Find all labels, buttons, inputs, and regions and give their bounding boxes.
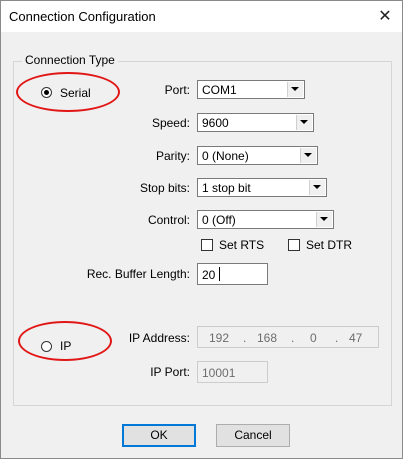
buffer-length-input[interactable]: 20 (197, 263, 268, 285)
chevron-down-icon[interactable] (316, 212, 332, 227)
chevron-down-icon[interactable] (287, 82, 303, 97)
speed-select[interactable]: 9600 (197, 113, 314, 132)
connection-configuration-dialog: Connection Configuration ✕ Connection Ty… (0, 0, 403, 459)
cancel-button[interactable]: Cancel (216, 424, 290, 447)
ip-address-field[interactable]: 192 . 168 . 0 . 47 (197, 326, 379, 348)
control-value: 0 (Off) (202, 213, 236, 227)
serial-radio[interactable] (41, 87, 52, 98)
radio-selected-dot (44, 90, 49, 95)
set-dtr-checkbox[interactable] (288, 239, 300, 251)
ip-radio[interactable] (41, 341, 52, 352)
stop-bits-label: Stop bits: (139, 181, 190, 195)
control-label: Control: (147, 213, 190, 227)
control-select[interactable]: 0 (Off) (197, 210, 334, 229)
port-value: COM1 (202, 83, 237, 97)
parity-label: Parity: (155, 149, 190, 163)
buffer-length-value: 20 (202, 268, 216, 282)
ip-octet-3: 0 (310, 331, 317, 345)
ip-address-label: IP Address: (128, 331, 190, 345)
ip-dot-3: . (335, 331, 339, 345)
buffer-length-label: Rec. Buffer Length: (86, 267, 190, 281)
ip-dot-2: . (291, 331, 295, 345)
serial-radio-label[interactable]: Serial (60, 86, 91, 100)
title-bar: Connection Configuration ✕ (1, 1, 402, 32)
chevron-down-icon[interactable] (296, 115, 312, 130)
text-caret (219, 267, 220, 281)
chevron-down-icon[interactable] (309, 180, 325, 195)
close-icon[interactable]: ✕ (368, 1, 402, 32)
stop-bits-select[interactable]: 1 stop bit (197, 178, 327, 197)
ip-port-label: IP Port: (150, 365, 190, 379)
ip-octet-4: 47 (349, 331, 363, 345)
ip-radio-label[interactable]: IP (60, 339, 71, 353)
ok-button[interactable]: OK (122, 424, 196, 447)
set-dtr-label[interactable]: Set DTR (306, 238, 352, 252)
port-select[interactable]: COM1 (197, 80, 305, 99)
stop-bits-value: 1 stop bit (202, 181, 251, 195)
ip-port-value: 10001 (202, 366, 236, 380)
port-label: Port: (164, 83, 190, 97)
ip-octet-2: 168 (257, 331, 278, 345)
parity-select[interactable]: 0 (None) (197, 146, 318, 165)
set-rts-checkbox[interactable] (201, 239, 213, 251)
speed-value: 9600 (202, 116, 229, 130)
parity-value: 0 (None) (202, 149, 249, 163)
window-title: Connection Configuration (9, 9, 156, 24)
ip-port-input[interactable]: 10001 (197, 361, 268, 383)
chevron-down-icon[interactable] (300, 148, 316, 163)
speed-label: Speed: (151, 116, 190, 130)
connection-type-legend: Connection Type (22, 53, 118, 67)
set-rts-label[interactable]: Set RTS (219, 238, 264, 252)
ip-dot-1: . (243, 331, 247, 345)
ip-octet-1: 192 (209, 331, 230, 345)
